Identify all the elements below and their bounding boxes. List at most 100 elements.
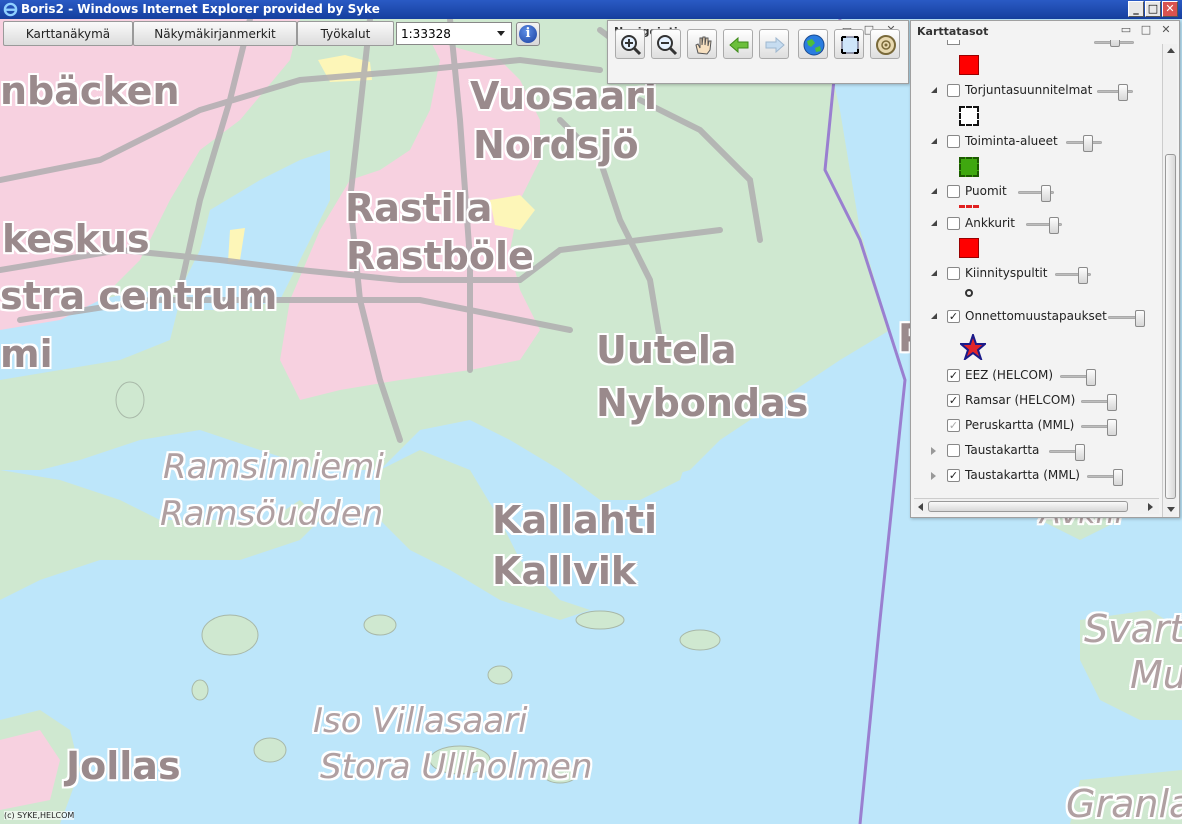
expanded-triangle-icon[interactable] <box>931 138 937 144</box>
slider-thumb[interactable] <box>1113 469 1123 486</box>
back-button[interactable] <box>723 29 753 59</box>
layers-horizontal-scrollbar[interactable] <box>914 498 1159 514</box>
layer-checkbox[interactable] <box>947 217 960 230</box>
globe-icon <box>803 34 825 56</box>
opacity-slider[interactable] <box>1066 135 1102 152</box>
legend-green-square-icon <box>959 157 979 177</box>
expanded-triangle-icon[interactable] <box>931 188 937 194</box>
layer-row-peruskartta-mml: ✓ Peruskartta (MML) <box>914 418 1162 438</box>
opacity-slider[interactable] <box>1049 444 1085 461</box>
opacity-slider[interactable] <box>1081 394 1117 411</box>
layer-label: Taustakartta (MML) <box>965 468 1080 482</box>
slider-thumb[interactable] <box>1107 419 1117 436</box>
map-label: Kallahti <box>492 498 658 542</box>
slider-thumb[interactable] <box>1118 84 1128 101</box>
collapsed-triangle-icon[interactable] <box>931 472 936 480</box>
layer-row-ramsar-helcom: ✓ Ramsar (HELCOM) <box>914 393 1162 413</box>
map-label: keskus <box>2 217 150 261</box>
map-view-button[interactable]: Karttanäkymä <box>3 21 133 46</box>
minimize-button[interactable]: _ <box>1128 1 1144 17</box>
view-bookmarks-button[interactable]: Näkymäkirjanmerkit <box>133 21 297 46</box>
zoom-out-button[interactable] <box>651 29 681 59</box>
info-button[interactable]: i <box>516 22 540 46</box>
opacity-slider[interactable] <box>1094 40 1134 47</box>
scrollbar-thumb[interactable] <box>1165 154 1176 499</box>
slider-thumb[interactable] <box>1078 267 1088 284</box>
map-label: Nordsjö <box>473 123 639 167</box>
map-label: Ramsinniemi <box>163 447 384 487</box>
chevron-down-icon <box>497 31 505 36</box>
panel-minimize-icon[interactable]: ▭ <box>1119 23 1133 36</box>
slider-thumb[interactable] <box>1041 185 1051 202</box>
opacity-slider[interactable] <box>1026 217 1062 234</box>
opacity-slider[interactable] <box>1097 84 1133 101</box>
layer-label: Torjuntasuunnitelmat <box>965 83 1093 97</box>
map-label: stra centrum <box>0 274 278 318</box>
slider-thumb[interactable] <box>1107 394 1117 411</box>
forward-button[interactable] <box>759 29 789 59</box>
zoom-in-button[interactable] <box>615 29 645 59</box>
slider-thumb[interactable] <box>1086 369 1096 386</box>
layer-checkbox[interactable] <box>947 84 960 97</box>
opacity-slider[interactable] <box>1108 310 1145 327</box>
layer-label: Puomit <box>965 184 1007 198</box>
layer-checkbox[interactable] <box>947 267 960 280</box>
layer-row-toiminta-alueet: Toiminta-alueet <box>914 134 1162 154</box>
scale-dropdown[interactable]: 1:33328 <box>396 22 512 45</box>
layer-checkbox[interactable] <box>947 185 960 198</box>
scale-value: 1:33328 <box>401 26 451 41</box>
maximize-button[interactable]: □ <box>1145 1 1161 17</box>
globe-button[interactable] <box>798 29 828 59</box>
map-label: Uutela <box>596 328 737 372</box>
layer-checkbox[interactable]: ✓ <box>947 369 960 382</box>
map-label: Kallvik <box>492 549 637 593</box>
close-button[interactable]: ✕ <box>1162 1 1178 17</box>
map-label: Svart <box>1084 607 1182 651</box>
compass-icon <box>876 35 896 55</box>
map-label: mi <box>0 332 53 376</box>
pan-button[interactable] <box>687 29 717 59</box>
layer-row-torjuntasuunnitelmat: Torjuntasuunnitelmat <box>914 83 1162 103</box>
legend-red-square-icon <box>959 55 979 75</box>
opacity-slider[interactable] <box>1055 267 1091 284</box>
layer-checkbox[interactable]: ✓ <box>947 469 960 482</box>
map-label: Granla <box>1066 782 1182 824</box>
ie-logo-icon <box>3 2 18 17</box>
compass-button[interactable] <box>870 29 900 59</box>
tools-button[interactable]: Työkalut <box>297 21 394 46</box>
expanded-triangle-icon[interactable] <box>931 87 937 93</box>
layer-label: Onnettomuustapaukset <box>965 309 1107 323</box>
layer-checkbox[interactable]: ✓ <box>947 394 960 407</box>
expanded-triangle-icon[interactable] <box>931 313 937 319</box>
map-label: Rastila <box>345 186 493 230</box>
opacity-slider[interactable] <box>1081 419 1117 436</box>
layer-row-puomit: Puomit <box>914 184 1162 204</box>
collapsed-triangle-icon[interactable] <box>931 447 936 455</box>
slider-thumb[interactable] <box>1075 444 1085 461</box>
layer-row-onnettomuustapaukset: ✓ Onnettomuustapaukset <box>914 309 1162 329</box>
slider-thumb[interactable] <box>1083 135 1093 152</box>
panel-close-icon[interactable]: ✕ <box>1159 23 1173 36</box>
full-extent-icon <box>841 36 859 54</box>
slider-thumb[interactable] <box>1135 310 1145 327</box>
layer-checkbox[interactable]: ✓ <box>947 419 960 432</box>
layer-row-kiinnityspultit: Kiinnityspultit <box>914 266 1162 286</box>
panel-maximize-icon[interactable]: □ <box>1139 23 1153 36</box>
map-label: Iso Villasaari <box>313 701 528 741</box>
layer-checkbox[interactable] <box>947 40 960 45</box>
expanded-triangle-icon[interactable] <box>931 270 937 276</box>
scrollbar-thumb[interactable] <box>928 501 1128 512</box>
opacity-slider[interactable] <box>1060 369 1096 386</box>
opacity-slider[interactable] <box>1087 469 1123 486</box>
full-extent-button[interactable] <box>834 29 864 59</box>
layer-label: Ankkurit <box>965 216 1015 230</box>
layer-checkbox[interactable]: ✓ <box>947 310 960 323</box>
layers-vertical-scrollbar[interactable] <box>1162 44 1177 517</box>
layer-checkbox[interactable] <box>947 444 960 457</box>
map-label: Rastböle <box>346 234 534 278</box>
slider-thumb[interactable] <box>1049 217 1059 234</box>
layer-checkbox[interactable] <box>947 135 960 148</box>
expanded-triangle-icon[interactable] <box>931 220 937 226</box>
map-label: nbäcken <box>0 69 180 113</box>
opacity-slider[interactable] <box>1018 185 1054 202</box>
